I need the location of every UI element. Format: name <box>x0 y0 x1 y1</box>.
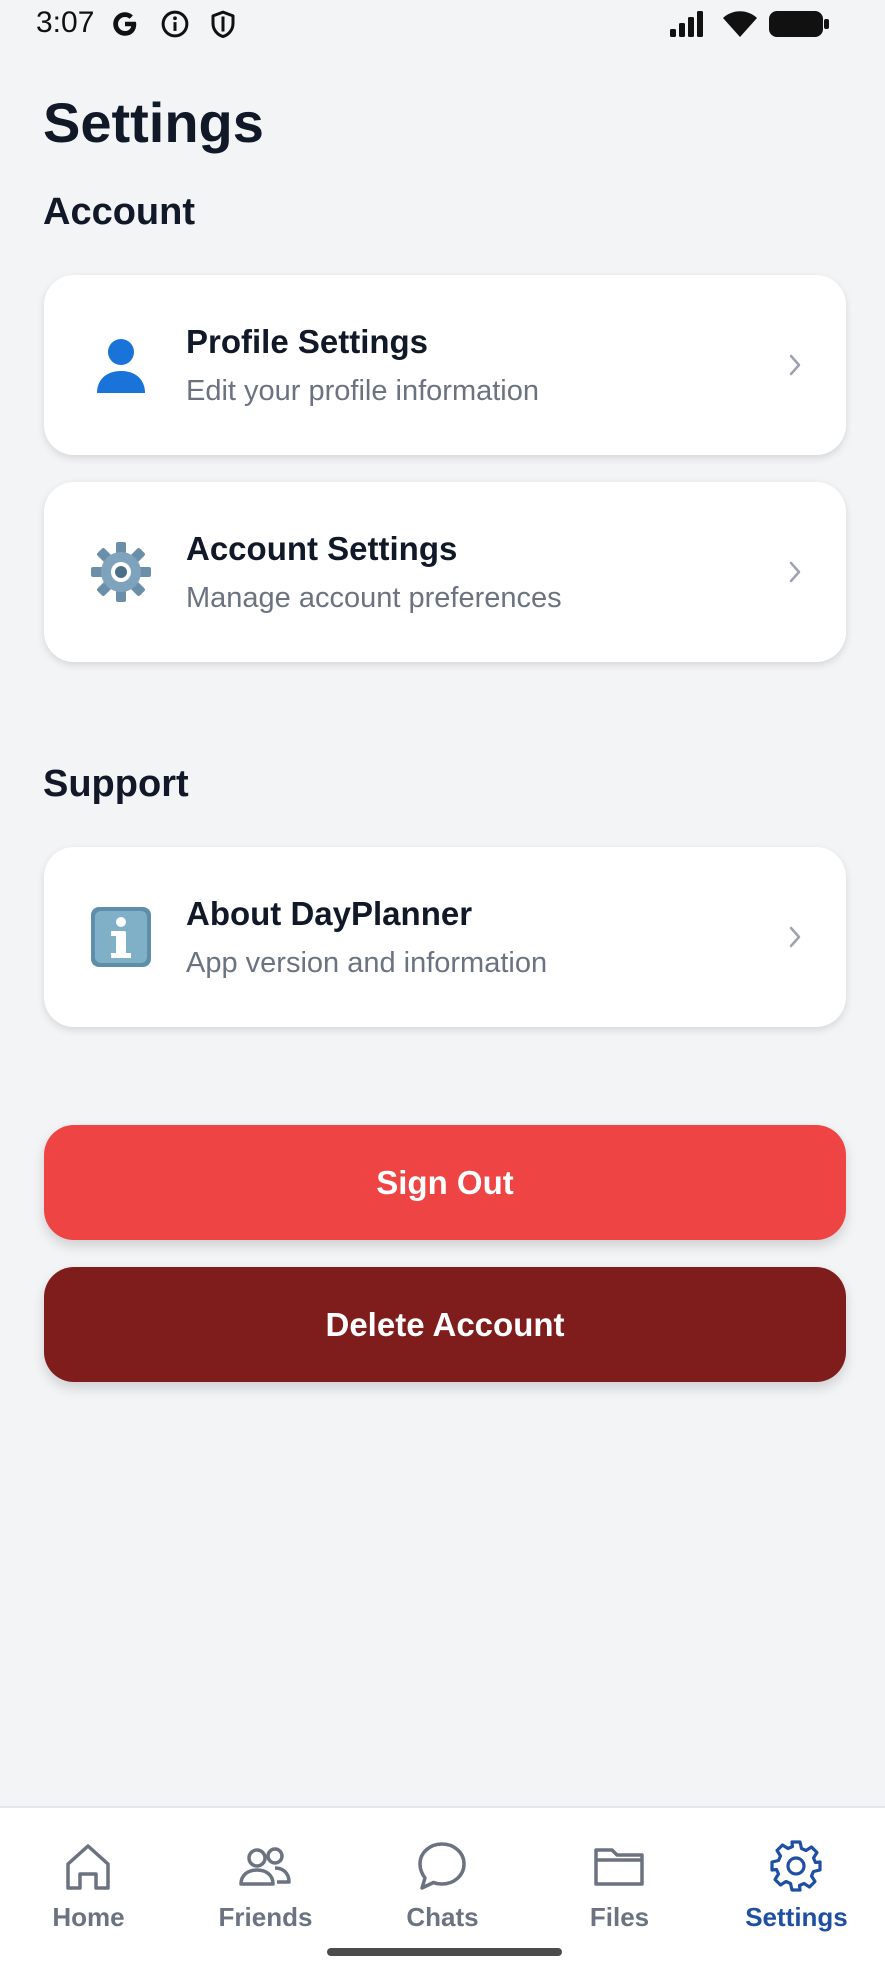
battery-icon <box>768 9 830 39</box>
friends-icon <box>237 1838 293 1894</box>
card-subtitle: App version and information <box>186 947 548 979</box>
delete-account-button[interactable]: Delete Account <box>44 1267 846 1382</box>
chevron-right-icon <box>788 560 802 584</box>
nav-item-home[interactable]: Home <box>0 1808 177 1948</box>
wifi-icon <box>722 9 758 39</box>
info-icon <box>89 905 153 969</box>
nav-label: Chats <box>406 1902 479 1932</box>
section-title-support: Support <box>43 763 189 805</box>
home-indicator <box>327 1948 562 1956</box>
nav-item-settings[interactable]: Settings <box>708 1808 885 1948</box>
nav-label: Home <box>52 1902 125 1932</box>
nav-item-chats[interactable]: Chats <box>354 1808 531 1948</box>
chevron-right-icon <box>788 925 802 949</box>
card-subtitle: Edit your profile information <box>186 375 539 407</box>
card-title: About DayPlanner <box>186 895 473 932</box>
card-title: Profile Settings <box>186 323 429 360</box>
page-title: Settings <box>43 91 264 154</box>
nav-label: Friends <box>218 1902 313 1932</box>
google-icon <box>110 9 140 39</box>
nav-item-files[interactable]: Files <box>531 1808 708 1948</box>
account-settings-card[interactable]: Account Settings Manage account preferen… <box>44 482 846 662</box>
home-icon <box>60 1838 116 1894</box>
folder-icon <box>591 1838 647 1894</box>
person-icon <box>89 333 153 397</box>
nav-label: Files <box>589 1902 650 1932</box>
bottom-nav: Home Friends Chats Files Settings <box>0 1806 885 1972</box>
gear-icon <box>89 540 153 604</box>
info-circle-icon <box>160 9 190 39</box>
about-card[interactable]: About DayPlanner App version and informa… <box>44 847 846 1027</box>
profile-settings-card[interactable]: Profile Settings Edit your profile infor… <box>44 275 846 455</box>
nav-label: Settings <box>745 1902 848 1932</box>
chevron-right-icon <box>788 353 802 377</box>
nav-item-friends[interactable]: Friends <box>177 1808 354 1948</box>
section-title-account: Account <box>43 191 195 233</box>
status-time: 3:07 <box>36 6 95 39</box>
chat-icon <box>414 1838 470 1894</box>
settings-icon <box>768 1838 824 1894</box>
status-bar: 3:07 <box>0 0 885 48</box>
signal-icon <box>668 9 708 39</box>
sign-out-button[interactable]: Sign Out <box>44 1125 846 1240</box>
card-title: Account Settings <box>186 530 458 567</box>
card-subtitle: Manage account preferences <box>186 582 562 614</box>
shield-icon <box>208 9 238 39</box>
